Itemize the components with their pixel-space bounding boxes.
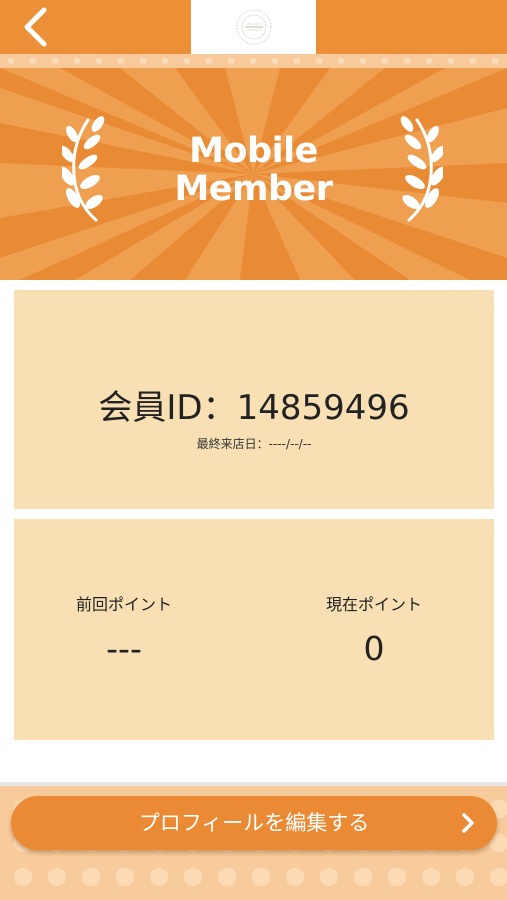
member-id-value: 14859496 — [236, 388, 410, 428]
current-points-value: 0 — [363, 629, 385, 668]
previous-points: 前回ポイント --- — [14, 519, 254, 740]
shop-logo-icon — [236, 9, 271, 45]
member-id: 会員ID：14859496 — [14, 380, 494, 429]
shop-logo — [191, 0, 316, 54]
member-id-label: 会員ID： — [98, 388, 237, 428]
last-visit-value: ----/--/-- — [268, 437, 312, 451]
edit-profile-button-label: プロフィールを編集する — [138, 811, 370, 835]
previous-points-value: --- — [106, 629, 142, 668]
chevron-right-icon — [462, 813, 474, 833]
dotted-strip — [0, 54, 507, 68]
laurel-icon — [400, 116, 443, 222]
hero-banner: Mobile Member — [0, 68, 507, 280]
last-visit-label: 最終来店日： — [196, 437, 269, 451]
previous-points-label: 前回ポイント — [75, 595, 172, 614]
top-bar — [0, 0, 507, 54]
edit-profile-button[interactable]: プロフィールを編集する — [11, 796, 497, 850]
points-card: 前回ポイント --- 現在ポイント 0 — [14, 519, 494, 740]
current-points: 現在ポイント 0 — [254, 519, 494, 740]
back-button[interactable] — [22, 0, 82, 54]
current-points-label: 現在ポイント — [325, 595, 422, 614]
member-content: 会員ID：14859496 最終来店日：----/--/-- 前回ポイント --… — [0, 280, 507, 785]
member-id-card: 会員ID：14859496 最終来店日：----/--/-- — [14, 290, 494, 509]
chevron-left-icon — [24, 7, 47, 47]
last-visit: 最終来店日：----/--/-- — [14, 435, 494, 452]
